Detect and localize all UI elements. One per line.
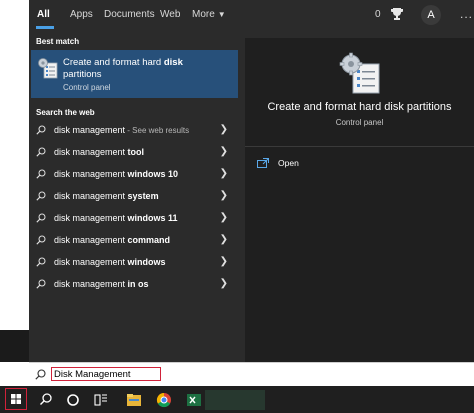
best-match-title-part: partitions [63, 69, 102, 80]
search-icon [36, 169, 46, 179]
web-suggestion-row[interactable]: disk management tool ❯ [31, 142, 238, 162]
rewards-points: 0 [375, 9, 381, 20]
web-suggestion-row[interactable]: disk management windows ❯ [31, 252, 238, 272]
preview-title: Create and format hard disk partitions [267, 101, 452, 113]
taskbar [0, 386, 474, 413]
divider [245, 146, 474, 147]
disk-management-icon [339, 52, 380, 94]
web-suggestion-text: disk management windows 10 [54, 169, 178, 179]
best-match-subtitle: Control panel [63, 83, 111, 92]
search-box [29, 362, 474, 386]
web-suggestion-text: disk management system [54, 191, 159, 201]
disk-management-icon [38, 58, 58, 79]
excel-icon[interactable] [184, 390, 204, 410]
web-suggestion-row[interactable]: disk management - See web results ❯ [31, 120, 238, 140]
desktop-dark-strip [0, 330, 30, 362]
search-icon [36, 235, 46, 245]
web-suggestion-row[interactable]: disk management windows 10 ❯ [31, 164, 238, 184]
web-suggestion-row[interactable]: disk management system ❯ [31, 186, 238, 206]
search-icon [36, 213, 46, 223]
search-panel: All Apps Documents Web More ▼ 0 A ... Bes… [29, 0, 474, 362]
suggestion-bold: windows 10 [127, 169, 179, 179]
tab-documents[interactable]: Documents [104, 9, 155, 20]
trophy-icon[interactable] [391, 7, 403, 21]
chrome-icon[interactable] [154, 390, 174, 410]
best-match-heading: Best match [36, 37, 80, 46]
search-icon [36, 125, 46, 135]
task-view-icon[interactable] [91, 390, 111, 410]
web-suggestion-text: disk management command [54, 235, 170, 245]
suggestion-base: disk management [54, 125, 126, 135]
chevron-down-icon: ▼ [217, 10, 226, 19]
chevron-right-icon: ❯ [219, 212, 228, 223]
chevron-right-icon: ❯ [219, 256, 228, 267]
chevron-right-icon: ❯ [219, 124, 228, 135]
web-suggestion-row[interactable]: disk management in os ❯ [31, 274, 238, 294]
open-icon [257, 158, 269, 168]
search-icon[interactable] [36, 390, 56, 410]
preview-subtitle: Control panel [335, 118, 384, 127]
search-input[interactable] [51, 367, 161, 381]
tab-apps[interactable]: Apps [70, 9, 93, 20]
user-avatar[interactable]: A [421, 5, 441, 25]
search-web-heading: Search the web [36, 108, 95, 117]
results-list: Best match Create and format hard disk p… [29, 30, 239, 362]
suggestion-base: disk management [54, 147, 128, 157]
open-button[interactable]: Open [257, 156, 377, 172]
search-icon [36, 191, 46, 201]
tab-more[interactable]: More ▼ [192, 9, 226, 20]
best-match-title-bold: disk [163, 57, 183, 68]
tab-all[interactable]: All [37, 9, 50, 20]
suggestion-base: disk management [54, 279, 128, 289]
tab-more-label: More [192, 9, 215, 20]
start-button[interactable] [5, 388, 27, 410]
search-icon [35, 369, 46, 380]
web-suggestion-text: disk management in os [54, 279, 149, 289]
web-suggestion-row[interactable]: disk management windows 11 ❯ [31, 208, 238, 228]
suggestion-bold: windows 11 [127, 213, 178, 223]
best-match-title-part: Create and format hard [63, 57, 164, 68]
suggestion-bold: in os [127, 279, 149, 289]
web-suggestion-text: disk management windows [54, 257, 166, 267]
web-suggestion-text: disk management windows 11 [54, 213, 178, 223]
suggestion-bold: command [127, 235, 171, 245]
more-options-icon[interactable]: ... [460, 7, 473, 21]
desktop-background [0, 0, 30, 362]
tab-web[interactable]: Web [160, 9, 180, 20]
chevron-right-icon: ❯ [219, 168, 228, 179]
suggestion-base: disk management [54, 257, 128, 267]
suggestion-base: disk management [54, 213, 128, 223]
suggestion-base: disk management [54, 191, 128, 201]
preview-pane: Create and format hard disk partitions C… [245, 38, 474, 362]
search-icon [36, 279, 46, 289]
suggestion-base: disk management [54, 169, 128, 179]
search-icon [36, 257, 46, 267]
file-explorer-icon[interactable] [124, 390, 144, 410]
chevron-right-icon: ❯ [219, 234, 228, 245]
chevron-right-icon: ❯ [219, 190, 228, 201]
web-suggestion-text: disk management - See web results [54, 125, 189, 135]
best-match-title: Create and format hard disk partitions [63, 57, 223, 81]
suggestion-bold: windows [127, 257, 166, 267]
web-suggestion-text: disk management tool [54, 147, 144, 157]
cortana-circle-icon[interactable] [63, 390, 83, 410]
best-match-result[interactable]: Create and format hard disk partitions C… [31, 50, 238, 98]
open-label: Open [278, 158, 299, 168]
web-suggestion-row[interactable]: disk management command ❯ [31, 230, 238, 250]
chevron-right-icon: ❯ [219, 278, 228, 289]
taskbar-app-group[interactable] [205, 390, 265, 410]
active-tab-indicator [36, 26, 54, 29]
search-icon [36, 147, 46, 157]
windows-start-icon [11, 394, 21, 404]
chevron-right-icon: ❯ [219, 146, 228, 157]
suggestion-suffix: - See web results [125, 126, 190, 135]
suggestion-base: disk management [54, 235, 128, 245]
suggestion-bold: tool [127, 147, 145, 157]
search-tabs-bar: All Apps Documents Web More ▼ 0 A ... [29, 0, 474, 30]
suggestion-bold: system [127, 191, 159, 201]
